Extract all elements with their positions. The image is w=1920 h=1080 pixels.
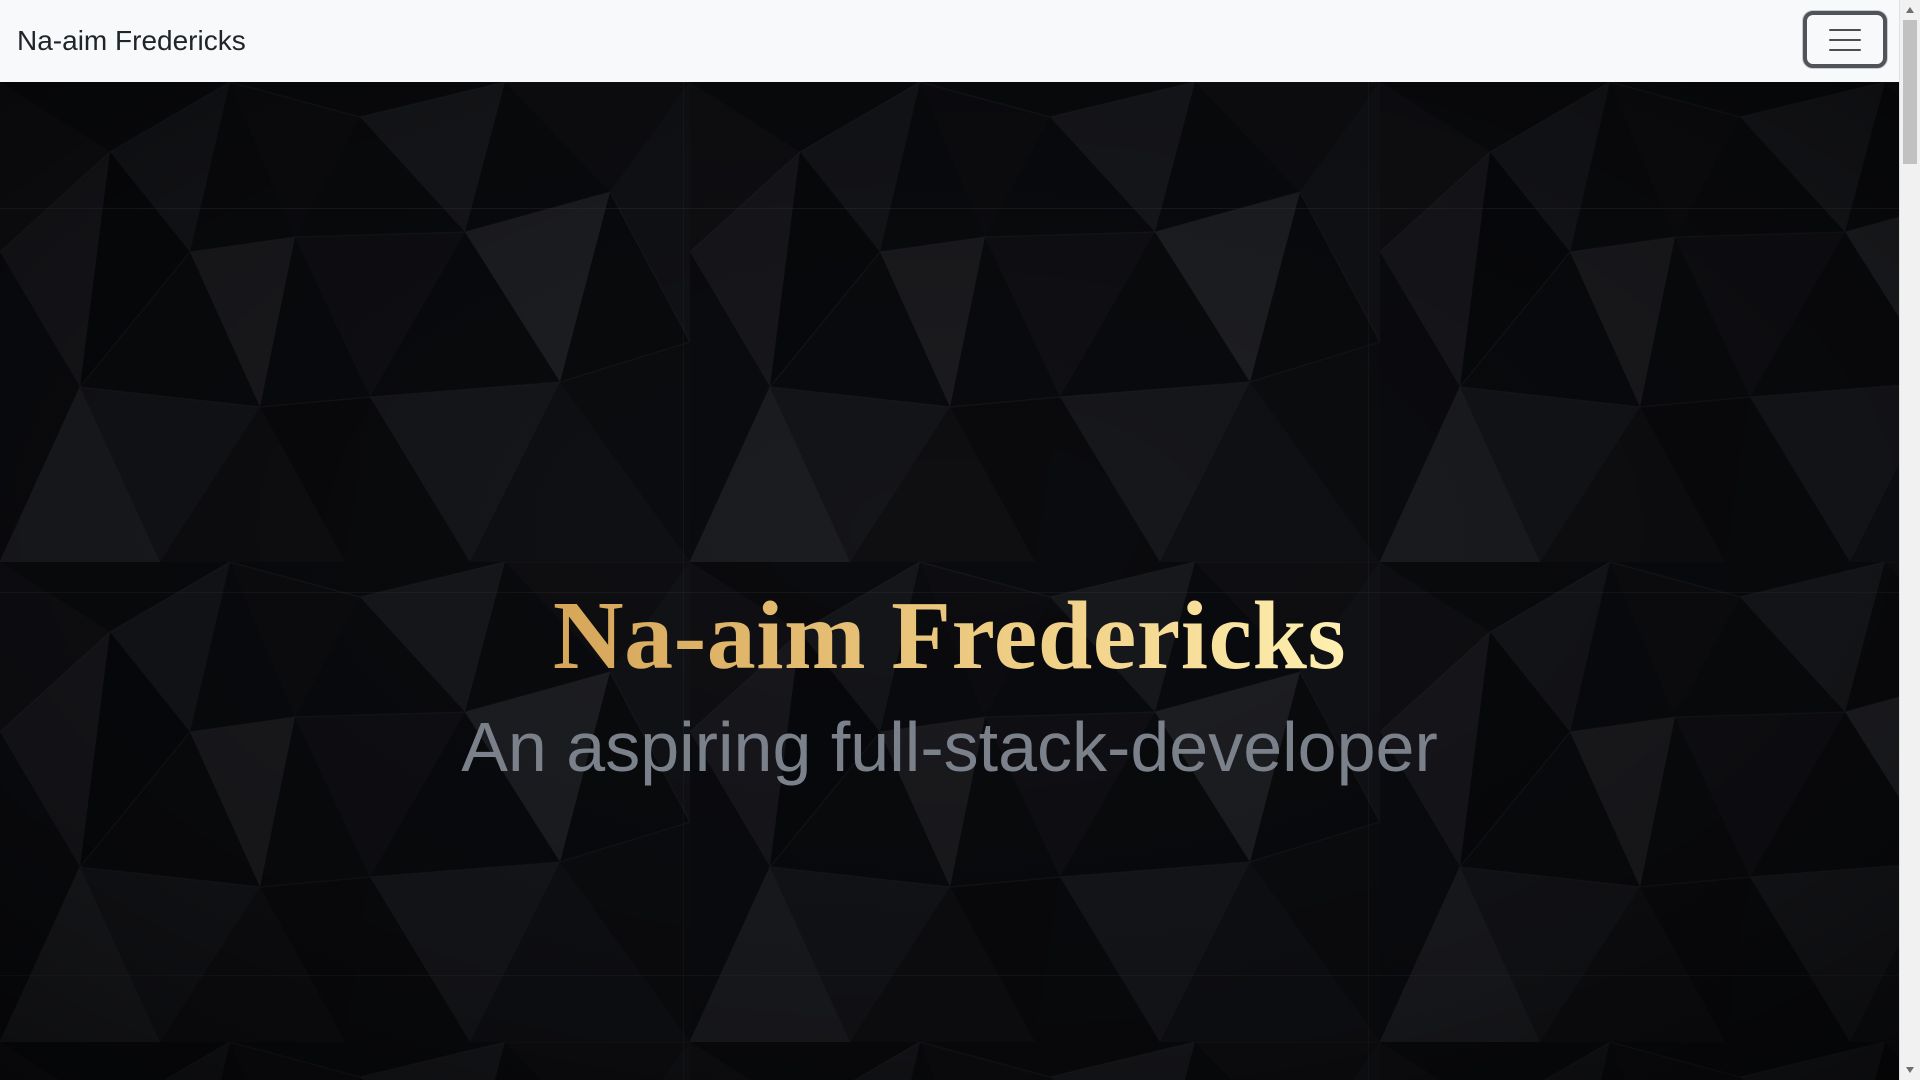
top-navbar: Na-aim Fredericks	[0, 0, 1899, 82]
navbar-brand-link[interactable]: Na-aim Fredericks	[17, 24, 246, 58]
hero-subtitle: An aspiring full-stack-developer	[461, 708, 1438, 786]
hero-section: Na-aim Fredericks An aspiring full-stack…	[0, 82, 1899, 1080]
scrollbar-thumb[interactable]	[1903, 20, 1917, 164]
hero-title: Na-aim Fredericks	[0, 582, 1899, 690]
portfolio-page: Na-aim Fredericks Na-aim Fredericks An a…	[0, 0, 1920, 1080]
navbar-toggle-button[interactable]	[1803, 11, 1887, 68]
scroll-down-arrow-icon[interactable]	[1906, 1067, 1914, 1073]
hamburger-menu-icon	[1829, 29, 1861, 51]
scroll-up-arrow-icon[interactable]	[1906, 7, 1914, 13]
page-scrollbar[interactable]	[1899, 0, 1920, 1080]
